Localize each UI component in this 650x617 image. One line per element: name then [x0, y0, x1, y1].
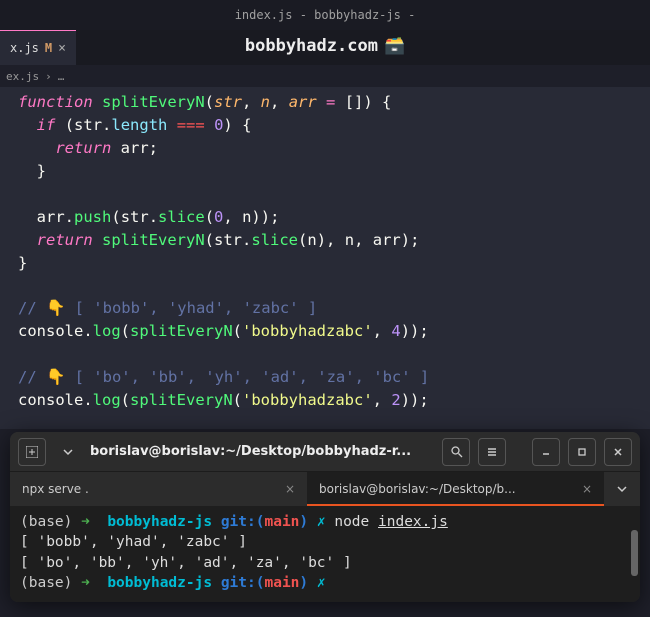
- window-title: index.js - bobbyhadz-js -: [235, 8, 416, 22]
- editor-tab-bar: x.js M × bobbyhadz.com 🗃️: [0, 30, 650, 65]
- terminal-output: [ 'bobb', 'yhad', 'zabc' ]: [20, 532, 630, 552]
- chevron-down-icon[interactable]: [604, 472, 640, 506]
- menu-icon[interactable]: [478, 438, 506, 466]
- prompt-symbol: ✗: [317, 514, 326, 530]
- command-arg: index.js: [378, 514, 448, 530]
- keyword: return: [55, 139, 111, 157]
- prompt-arrow: ➜: [81, 575, 90, 591]
- watermark-text: bobbyhadz.com: [245, 36, 378, 56]
- keyword: function: [18, 93, 93, 111]
- identifier: arr: [373, 231, 401, 249]
- watermark: bobbyhadz.com 🗃️: [245, 36, 405, 56]
- prompt-dir: bobbyhadz-js: [107, 514, 212, 530]
- number: 2: [391, 391, 400, 409]
- window-title-bar: index.js - bobbyhadz-js -: [0, 0, 650, 30]
- chevron-down-icon[interactable]: [54, 438, 82, 466]
- code-editor[interactable]: function splitEveryN(str, n, arr = []) {…: [0, 87, 650, 429]
- close-button[interactable]: [604, 438, 632, 466]
- terminal-tab[interactable]: borislav@borislav:~/Desktop/b... ×: [307, 472, 604, 506]
- default-value: []: [345, 93, 364, 111]
- scrollbar[interactable]: [631, 530, 638, 576]
- method: slice: [158, 208, 205, 226]
- function-name: splitEveryN: [102, 93, 205, 111]
- prompt-arrow: ➜: [81, 514, 90, 530]
- property: length: [111, 116, 167, 134]
- identifier: n: [307, 231, 316, 249]
- prompt-git: git:: [221, 514, 256, 530]
- identifier: n: [242, 208, 251, 226]
- identifier: str: [214, 231, 242, 249]
- method: push: [74, 208, 111, 226]
- identifier: console: [18, 322, 83, 340]
- prompt-branch: main: [264, 575, 299, 591]
- string: 'bobbyhadzabc': [242, 322, 373, 340]
- editor-tab[interactable]: x.js M ×: [0, 30, 76, 65]
- breadcrumb-file: ex.js: [6, 70, 39, 83]
- number: 0: [214, 116, 223, 134]
- method: slice: [251, 231, 298, 249]
- prompt-symbol: ✗: [317, 575, 326, 591]
- terminal-tab-bar: npx serve . × borislav@borislav:~/Deskto…: [10, 472, 640, 506]
- function-call: splitEveryN: [130, 322, 233, 340]
- terminal-tab-label: npx serve .: [22, 482, 89, 496]
- prompt-env: (base): [20, 514, 72, 530]
- close-icon[interactable]: ×: [285, 482, 295, 496]
- prompt-env: (base): [20, 575, 72, 591]
- param: str: [214, 93, 242, 111]
- number: 0: [214, 208, 223, 226]
- prompt-git: git:: [221, 575, 256, 591]
- param: arr: [289, 93, 317, 111]
- maximize-button[interactable]: [568, 438, 596, 466]
- identifier: console: [18, 391, 83, 409]
- string: 'bobbyhadzabc': [242, 391, 373, 409]
- terminal-title: borislav@borislav:~/Desktop/bobbyhadz-r.…: [90, 444, 434, 459]
- identifier: arr: [121, 139, 149, 157]
- terminal-window: borislav@borislav:~/Desktop/bobbyhadz-r.…: [10, 432, 640, 602]
- identifier: str: [121, 208, 149, 226]
- minimize-button[interactable]: [532, 438, 560, 466]
- identifier: arr: [37, 208, 65, 226]
- terminal-tab-label: borislav@borislav:~/Desktop/b...: [319, 482, 516, 496]
- keyword: return: [37, 231, 93, 249]
- identifier: str: [74, 116, 102, 134]
- comment: // 👇️ [ 'bobb', 'yhad', 'zabc' ]: [18, 299, 317, 317]
- breadcrumb[interactable]: ex.js › …: [0, 65, 650, 87]
- identifier: n: [345, 231, 354, 249]
- box-icon: 🗃️: [384, 36, 405, 56]
- terminal-output: [ 'bo', 'bb', 'yh', 'ad', 'za', 'bc' ]: [20, 553, 630, 573]
- comment: // 👇️ [ 'bo', 'bb', 'yh', 'ad', 'za', 'b…: [18, 368, 429, 386]
- breadcrumb-more: …: [58, 70, 65, 83]
- terminal-tab[interactable]: npx serve . ×: [10, 472, 307, 506]
- close-icon[interactable]: ×: [58, 41, 66, 56]
- param: n: [261, 93, 270, 111]
- close-icon[interactable]: ×: [582, 482, 592, 496]
- chevron-right-icon: ›: [45, 70, 52, 83]
- prompt-dir: bobbyhadz-js: [107, 575, 212, 591]
- keyword: if: [37, 116, 56, 134]
- prompt-branch: main: [264, 514, 299, 530]
- method: log: [93, 391, 121, 409]
- new-tab-button[interactable]: [18, 438, 46, 466]
- tab-label: x.js: [10, 41, 39, 55]
- search-icon[interactable]: [442, 438, 470, 466]
- number: 4: [391, 322, 400, 340]
- terminal-header: borislav@borislav:~/Desktop/bobbyhadz-r.…: [10, 432, 640, 472]
- function-call: splitEveryN: [130, 391, 233, 409]
- command: node: [334, 514, 369, 530]
- tab-modified-indicator: M: [45, 41, 52, 55]
- method: log: [93, 322, 121, 340]
- terminal-body[interactable]: (base) ➜ bobbyhadz-js git:(main) ✗ node …: [10, 506, 640, 602]
- function-call: splitEveryN: [102, 231, 205, 249]
